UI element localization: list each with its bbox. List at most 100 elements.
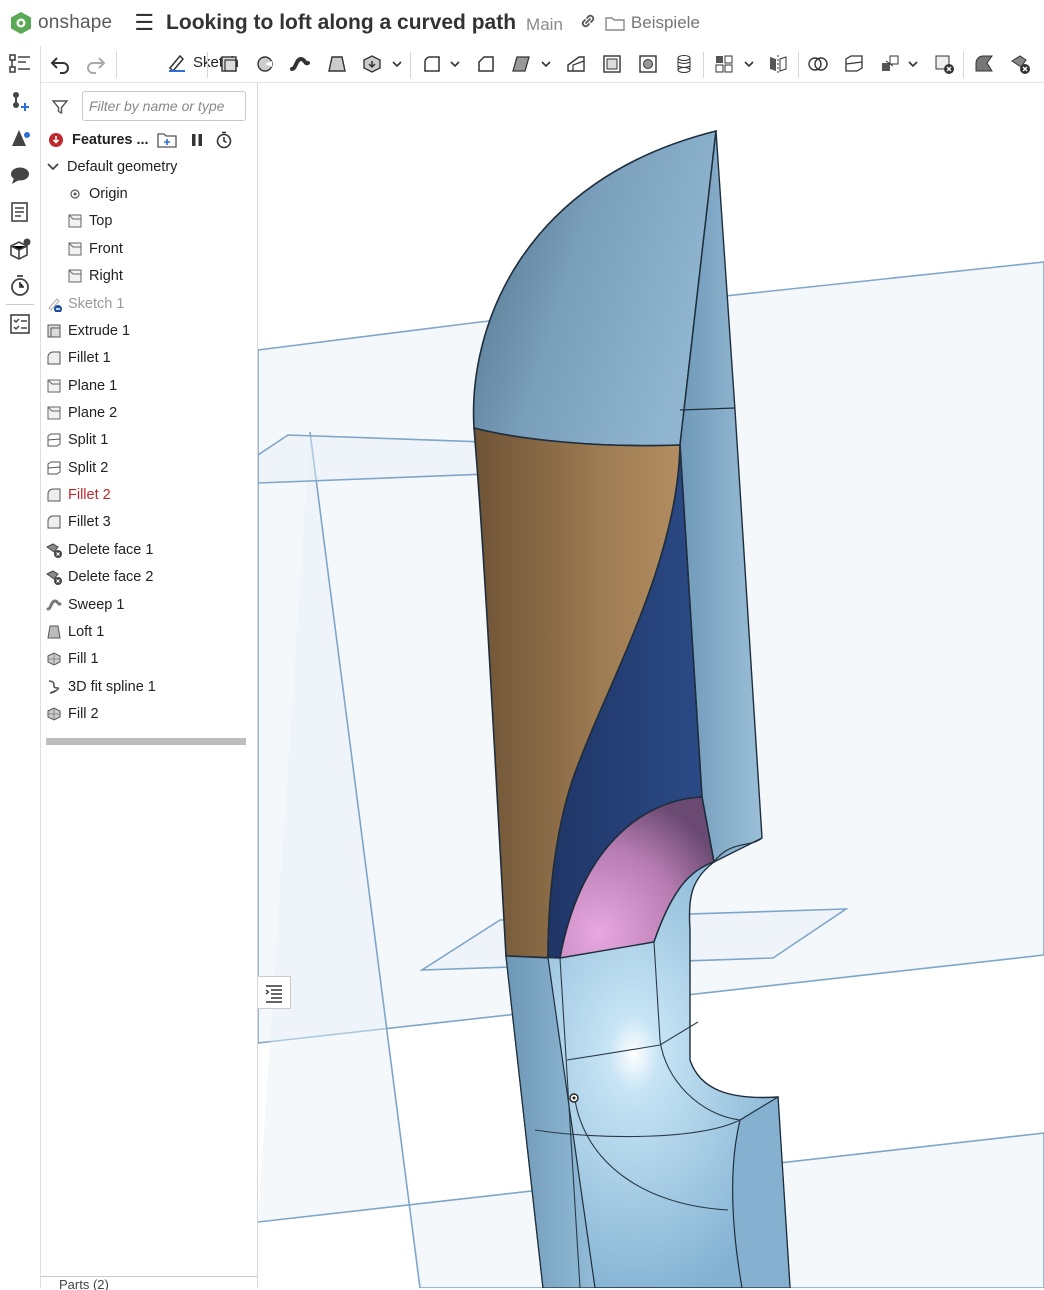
tree-item-fillet-2[interactable]: Fillet 2 [46,483,111,507]
history-icon[interactable] [8,274,32,298]
pattern-icon[interactable] [713,53,735,75]
tree-item-fill-1[interactable]: Fill 1 [46,647,99,671]
appearance-icon[interactable] [8,126,32,150]
plane-icon [47,406,61,420]
chevron-down-icon[interactable] [45,159,61,175]
chevron-down-icon[interactable] [540,53,552,75]
revolve-icon[interactable] [254,53,276,75]
tree-default-geometry[interactable]: Default geometry [45,155,177,179]
mirror-icon[interactable] [767,53,789,75]
thread-icon[interactable] [673,53,695,75]
split-icon [47,461,61,475]
filter-input[interactable] [82,91,246,121]
tree-item-sweep-1[interactable]: Sweep 1 [46,593,124,617]
notes-icon[interactable] [8,200,32,224]
horizontal-scrollbar[interactable] [46,738,246,745]
split-icon [47,433,61,447]
chevron-down-icon[interactable] [907,53,919,75]
feature-panel: Features ... Default geometry Origin Top… [41,83,258,1290]
feature-label: Plane 2 [68,405,118,421]
shell-icon[interactable] [601,53,623,75]
toolbar-separator [703,52,704,78]
branch-label[interactable]: Main [526,15,563,35]
tree-item-fillet-1[interactable]: Fillet 1 [46,346,111,370]
checklist-icon[interactable] [8,312,32,336]
top-bar: onshape ☰ Looking to loft along a curved… [0,0,1044,47]
tree-item-loft-1[interactable]: Loft 1 [46,620,104,644]
toggle-list-button[interactable] [258,976,291,1009]
tree-item-right-plane[interactable]: Right [67,264,123,288]
plane-icon [68,242,82,256]
tree-item-plane-1[interactable]: Plane 1 [46,374,117,398]
feature-label: Fillet 3 [68,514,111,530]
link-icon[interactable] [579,12,597,35]
loft-icon[interactable] [326,53,348,75]
chamfer-icon[interactable] [475,53,497,75]
app-name: onshape [38,12,113,33]
filter-icon[interactable] [51,98,69,116]
tree-item-fill-2[interactable]: Fill 2 [46,702,99,726]
feature-label: Delete face 1 [68,542,154,558]
lower-right-face[interactable] [732,1095,791,1288]
split-icon[interactable] [843,53,865,75]
transform-icon[interactable] [879,53,901,75]
pause-icon[interactable] [190,132,204,148]
thicken-icon[interactable] [361,53,383,75]
draft-icon[interactable] [510,53,532,75]
feature-label: Extrude 1 [68,323,131,339]
delete-part-icon[interactable] [933,53,955,75]
left-rail [0,46,41,1288]
feature-list-icon[interactable] [8,52,32,76]
graphics-viewport[interactable] [258,83,1044,1288]
redo-icon[interactable] [85,53,107,75]
insert-feature-icon[interactable] [8,89,32,113]
modify-fillet-icon[interactable] [973,53,995,75]
tree-item-sketch-1[interactable]: Sketch 1 [46,292,124,316]
model-view[interactable] [258,83,1044,1288]
parts-help-icon[interactable] [8,237,32,261]
sweep-icon[interactable] [289,53,311,75]
new-folder-icon[interactable] [156,131,177,149]
hole-icon[interactable] [637,53,659,75]
delete-face-icon [46,570,62,585]
tree-item-split-2[interactable]: Split 2 [46,456,108,480]
hamburger-menu-icon[interactable]: ☰ [134,10,154,36]
extrude-icon[interactable] [218,53,240,75]
tree-item-origin[interactable]: Origin [67,182,128,206]
chevron-down-icon[interactable] [743,53,755,75]
extrude-icon [47,324,61,338]
fillet-icon[interactable] [421,53,443,75]
tree-item-split-1[interactable]: Split 1 [46,428,108,452]
document-title[interactable]: Looking to loft along a curved path [166,11,516,35]
toolbar-separator [116,52,117,78]
tree-item-front-plane[interactable]: Front [67,237,123,261]
fillet-icon [47,515,61,529]
cap-surface[interactable] [472,129,717,447]
stopwatch-icon[interactable] [215,131,233,149]
undo-icon[interactable] [49,53,71,75]
tree-item-3d-fit-spline-1[interactable]: 3D fit spline 1 [46,675,156,699]
feature-label: Fillet 1 [68,350,111,366]
comments-icon[interactable] [8,163,32,187]
rail-divider [6,304,34,305]
delete-face-icon[interactable] [1009,53,1031,75]
tree-item-delete-face-1[interactable]: Delete face 1 [46,538,153,562]
tree-item-delete-face-2[interactable]: Delete face 2 [46,565,153,589]
onshape-logo[interactable]: onshape [10,11,112,35]
chevron-down-icon[interactable] [391,53,403,75]
rollback-error-icon[interactable] [48,132,64,148]
feature-label: Loft 1 [68,624,105,640]
feature-label: Fill 1 [68,651,99,667]
chevron-down-icon[interactable] [449,53,461,75]
plane-label: Top [89,213,113,229]
boolean-icon[interactable] [807,53,829,75]
tree-item-plane-2[interactable]: Plane 2 [46,401,117,425]
folder-name: Beispiele [630,13,700,32]
default-geometry-label: Default geometry [67,159,178,175]
folder-breadcrumb[interactable]: Beispiele [605,13,700,33]
features-title[interactable]: Features ... [72,132,149,148]
rib-icon[interactable] [565,53,587,75]
tree-item-top-plane[interactable]: Top [67,209,112,233]
tree-item-extrude-1[interactable]: Extrude 1 [46,319,130,343]
tree-item-fillet-3[interactable]: Fillet 3 [46,510,111,534]
